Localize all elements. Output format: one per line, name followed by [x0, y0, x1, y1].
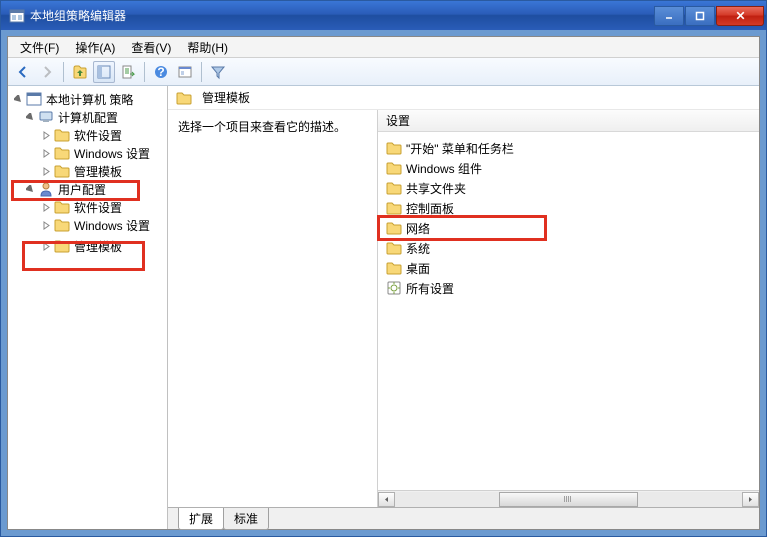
window-title: 本地组策略编辑器 — [30, 7, 654, 24]
toolbar: ? — [8, 58, 759, 86]
menu-view[interactable]: 查看(V) — [123, 37, 179, 58]
tab-standard[interactable]: 标准 — [223, 508, 269, 530]
horizontal-scrollbar[interactable] — [378, 490, 759, 507]
folder-icon — [54, 163, 70, 179]
folder-icon — [386, 260, 402, 276]
properties-button[interactable] — [174, 61, 196, 83]
menubar: 文件(F) 操作(A) 查看(V) 帮助(H) — [8, 37, 759, 58]
up-button[interactable] — [69, 61, 91, 83]
settings-icon — [386, 280, 402, 296]
scroll-left-button[interactable] — [378, 492, 395, 507]
app-icon — [9, 8, 25, 24]
tree-cc-admin[interactable]: 管理模板 — [8, 162, 167, 180]
description-pane: 选择一个项目来查看它的描述。 — [168, 110, 378, 507]
folder-icon — [176, 90, 192, 106]
breadcrumb: 管理模板 — [168, 86, 759, 110]
expander-icon[interactable] — [40, 129, 52, 141]
close-button[interactable] — [716, 6, 764, 26]
highlight-box-admin-templates-tree — [22, 241, 145, 271]
show-hide-tree-button[interactable] — [93, 61, 115, 83]
folder-icon — [386, 160, 402, 176]
expander-icon[interactable] — [12, 93, 24, 105]
maximize-button[interactable] — [685, 6, 715, 26]
expander-icon[interactable] — [24, 111, 36, 123]
expander-icon[interactable] — [40, 219, 52, 231]
folder-icon — [54, 127, 70, 143]
folder-icon — [386, 240, 402, 256]
list-item-system[interactable]: 系统 — [378, 238, 759, 258]
expander-icon[interactable] — [40, 165, 52, 177]
menu-help[interactable]: 帮助(H) — [179, 37, 236, 58]
scroll-track[interactable] — [395, 492, 742, 507]
tree-panel: 本地计算机 策略 计算机配置 软件设置 — [8, 86, 168, 529]
tab-extended[interactable]: 扩展 — [178, 508, 224, 530]
description-prompt: 选择一个项目来查看它的描述。 — [178, 120, 346, 134]
folder-icon — [54, 145, 70, 161]
tree-cc-software[interactable]: 软件设置 — [8, 126, 167, 144]
expander-icon[interactable] — [40, 201, 52, 213]
tree-uc-windows[interactable]: Windows 设置 — [8, 216, 167, 234]
expander-icon[interactable] — [40, 147, 52, 159]
filter-button[interactable] — [207, 61, 229, 83]
scroll-thumb[interactable] — [499, 492, 638, 507]
folder-icon — [386, 180, 402, 196]
list-item-shared-folders[interactable]: 共享文件夹 — [378, 178, 759, 198]
menu-action[interactable]: 操作(A) — [67, 37, 123, 58]
menu-file[interactable]: 文件(F) — [12, 37, 67, 58]
tab-strip: 扩展 标准 — [168, 507, 759, 529]
list-item-all-settings[interactable]: 所有设置 — [378, 278, 759, 298]
policy-icon — [26, 91, 42, 107]
minimize-button[interactable] — [654, 6, 684, 26]
toolbar-separator — [63, 62, 64, 82]
tree-cc-windows[interactable]: Windows 设置 — [8, 144, 167, 162]
toolbar-separator — [144, 62, 145, 82]
scroll-right-button[interactable] — [742, 492, 759, 507]
list-header-setting[interactable]: 设置 — [378, 110, 759, 132]
export-list-button[interactable] — [117, 61, 139, 83]
folder-icon — [386, 140, 402, 156]
help-button[interactable]: ? — [150, 61, 172, 83]
highlight-box-user-config — [11, 180, 140, 201]
breadcrumb-title: 管理模板 — [202, 89, 250, 106]
tree-computer-config[interactable]: 计算机配置 — [8, 108, 167, 126]
tree-root[interactable]: 本地计算机 策略 — [8, 90, 167, 108]
settings-list: "开始" 菜单和任务栏 Windows 组件 共享文件夹 控制面板 网络 系统 … — [378, 132, 759, 490]
folder-icon — [54, 199, 70, 215]
list-item-windows-components[interactable]: Windows 组件 — [378, 158, 759, 178]
svg-text:?: ? — [157, 65, 164, 79]
details-panel: 管理模板 选择一个项目来查看它的描述。 设置 "开始 — [168, 86, 759, 529]
list-item-desktop[interactable]: 桌面 — [378, 258, 759, 278]
folder-icon — [386, 200, 402, 216]
titlebar[interactable]: 本地组策略编辑器 — [1, 1, 766, 30]
list-item-start-menu[interactable]: "开始" 菜单和任务栏 — [378, 138, 759, 158]
computer-icon — [38, 109, 54, 125]
back-button[interactable] — [12, 61, 34, 83]
highlight-box-control-panel-list — [377, 215, 547, 241]
folder-icon — [54, 217, 70, 233]
toolbar-separator — [201, 62, 202, 82]
forward-button[interactable] — [36, 61, 58, 83]
